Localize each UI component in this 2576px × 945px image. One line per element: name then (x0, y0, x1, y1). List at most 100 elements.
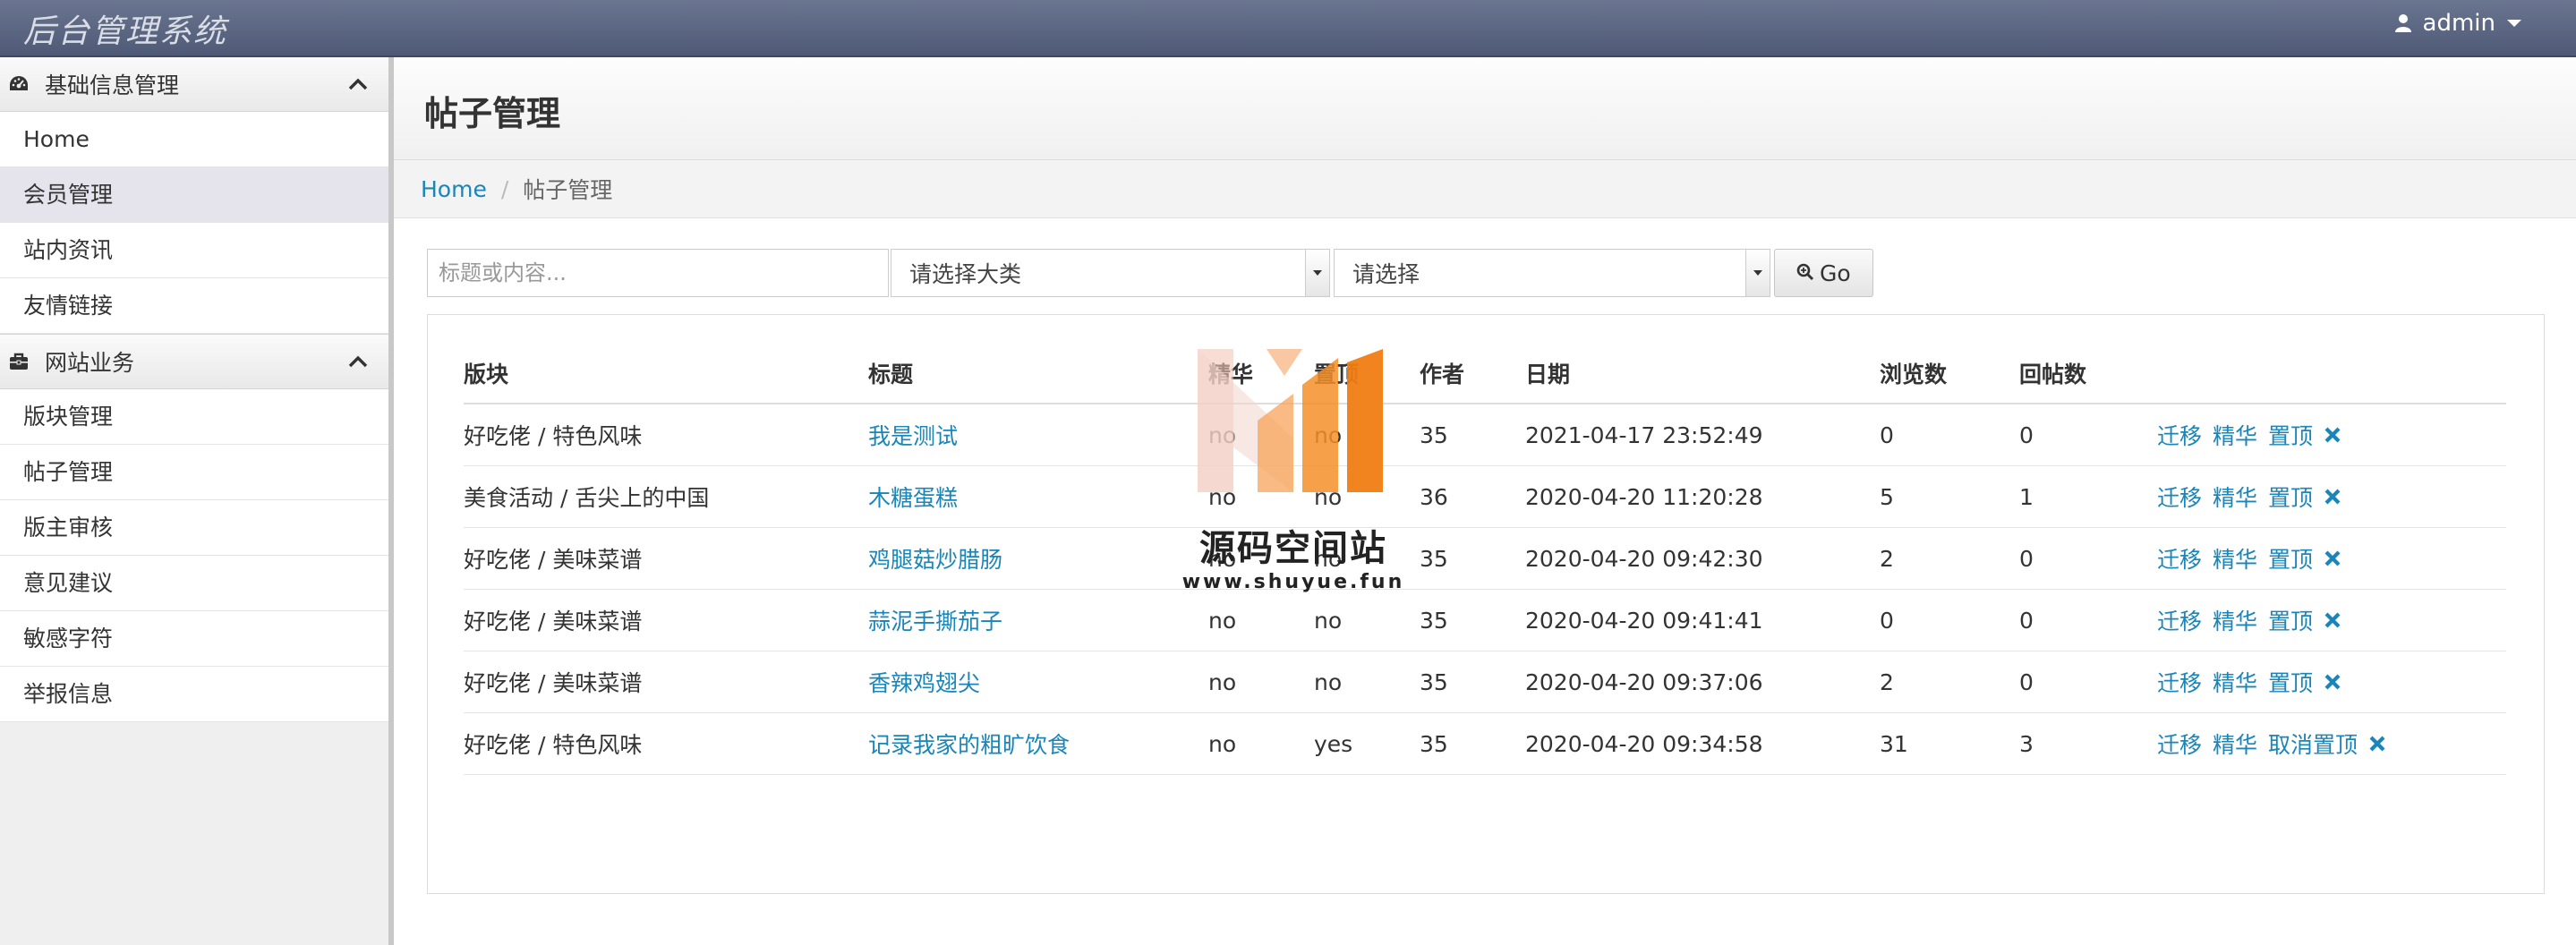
table-row: 好吃佬 / 特色风味 我是测试 no no 35 2021-04-17 23:5… (464, 404, 2506, 466)
move-link[interactable]: 迁移 (2157, 419, 2202, 451)
cell-date: 2021-04-17 23:52:49 (1525, 404, 1880, 466)
feature-link[interactable]: 精华 (2213, 666, 2257, 698)
column-header-replies[interactable]: 回帖数 (2019, 344, 2157, 404)
post-title-link[interactable]: 香辣鸡翅尖 (868, 670, 980, 696)
sidebar-item-sections[interactable]: 版块管理 (0, 389, 388, 445)
cell-featured: no (1208, 527, 1314, 590)
page-title: 帖子管理 (424, 94, 561, 133)
breadcrumb: Home / 帖子管理 (394, 160, 2576, 218)
sidebar-group-label: 网站业务 (45, 350, 135, 376)
subcategory-select[interactable]: 请选择 (1334, 249, 1770, 297)
cell-pinned: no (1314, 527, 1420, 590)
cell-featured: no (1208, 404, 1314, 466)
cell-author: 35 (1420, 404, 1525, 466)
cell-replies: 0 (2019, 404, 2157, 466)
sidebar-item-links[interactable]: 友情链接 (0, 278, 388, 334)
table-row: 美食活动 / 舌尖上的中国 木糖蛋糕 no no 36 2020-04-20 1… (464, 465, 2506, 528)
cell-date: 2020-04-20 09:41:41 (1525, 589, 1880, 651)
sidebar-item-home[interactable]: Home (0, 112, 388, 167)
user-name: admin (2422, 10, 2495, 37)
delete-icon[interactable] (2324, 426, 2341, 444)
chevron-up-icon[interactable] (345, 72, 371, 97)
feature-link[interactable]: 精华 (2213, 481, 2257, 513)
cell-replies: 0 (2019, 651, 2157, 713)
pin-link[interactable]: 置顶 (2268, 542, 2313, 575)
cell-author: 36 (1420, 465, 1525, 528)
table-row: 好吃佬 / 特色风味 记录我家的粗旷饮食 no yes 35 2020-04-2… (464, 712, 2506, 775)
move-link[interactable]: 迁移 (2157, 666, 2202, 698)
column-header-views[interactable]: 浏览数 (1880, 344, 2019, 404)
search-input[interactable] (427, 249, 889, 297)
cell-section: 美食活动 / 舌尖上的中国 (464, 465, 868, 528)
column-header-featured[interactable]: 精华 (1208, 344, 1314, 404)
dropdown-arrow-icon[interactable] (1305, 250, 1329, 296)
sidebar-menu-basic-info: Home 会员管理 站内资讯 友情链接 (0, 112, 388, 334)
sidebar-item-sensitive-words[interactable]: 敏感字符 (0, 611, 388, 667)
cell-featured: no (1208, 589, 1314, 651)
sidebar-menu-site-business: 版块管理 帖子管理 版主审核 意见建议 敏感字符 举报信息 (0, 389, 388, 722)
sidebar-group-site-business[interactable]: 网站业务 (0, 334, 388, 389)
briefcase-icon (5, 348, 32, 375)
post-title-link[interactable]: 记录我家的粗旷饮食 (868, 732, 1070, 758)
table-row: 好吃佬 / 美味菜谱 蒜泥手撕茄子 no no 35 2020-04-20 09… (464, 589, 2506, 651)
top-navbar: 后台管理系统 admin (0, 0, 2576, 57)
cell-date: 2020-04-20 09:37:06 (1525, 651, 1880, 713)
feature-link[interactable]: 精华 (2213, 419, 2257, 451)
move-link[interactable]: 迁移 (2157, 728, 2202, 760)
column-header-title[interactable]: 标题 (868, 344, 1208, 404)
sidebar-item-moderator-review[interactable]: 版主审核 (0, 500, 388, 556)
pin-link[interactable]: 置顶 (2268, 604, 2313, 636)
cell-featured: no (1208, 712, 1314, 775)
delete-icon[interactable] (2324, 549, 2341, 567)
sidebar-item-feedback[interactable]: 意见建议 (0, 556, 388, 611)
sidebar-item-news[interactable]: 站内资讯 (0, 223, 388, 278)
cell-section: 好吃佬 / 美味菜谱 (464, 651, 868, 713)
cell-section: 好吃佬 / 美味菜谱 (464, 527, 868, 590)
column-header-author[interactable]: 作者 (1420, 344, 1525, 404)
move-link[interactable]: 迁移 (2157, 604, 2202, 636)
feature-link[interactable]: 精华 (2213, 604, 2257, 636)
user-menu[interactable]: admin (2394, 10, 2522, 37)
feature-link[interactable]: 精华 (2213, 542, 2257, 575)
post-title-link[interactable]: 鸡腿菇炒腊肠 (868, 547, 1002, 573)
row-actions: 迁移 精华 置顶 (2157, 604, 2506, 636)
column-header-date[interactable]: 日期 (1525, 344, 1880, 404)
cell-featured: no (1208, 651, 1314, 713)
zoom-in-icon (1796, 260, 1814, 286)
delete-icon[interactable] (2324, 611, 2341, 629)
pin-link[interactable]: 置顶 (2268, 666, 2313, 698)
cell-views: 2 (1880, 651, 2019, 713)
go-button[interactable]: Go (1774, 249, 1873, 297)
cell-date: 2020-04-20 09:42:30 (1525, 527, 1880, 590)
chevron-up-icon[interactable] (345, 349, 371, 374)
post-title-link[interactable]: 我是测试 (868, 423, 958, 449)
brand-title[interactable]: 后台管理系统 (23, 5, 227, 52)
row-actions: 迁移 精华 置顶 (2157, 542, 2506, 575)
move-link[interactable]: 迁移 (2157, 542, 2202, 575)
unpin-link[interactable]: 取消置顶 (2268, 728, 2358, 760)
pin-link[interactable]: 置顶 (2268, 419, 2313, 451)
sidebar-item-reports[interactable]: 举报信息 (0, 667, 388, 722)
pin-link[interactable]: 置顶 (2268, 481, 2313, 513)
cell-views: 5 (1880, 465, 2019, 528)
feature-link[interactable]: 精华 (2213, 728, 2257, 760)
post-title-link[interactable]: 蒜泥手撕茄子 (868, 609, 1002, 634)
delete-icon[interactable] (2324, 488, 2341, 506)
post-title-link[interactable]: 木糖蛋糕 (868, 485, 958, 511)
delete-icon[interactable] (2368, 735, 2386, 753)
delete-icon[interactable] (2324, 673, 2341, 691)
row-actions: 迁移 精华 置顶 (2157, 419, 2506, 451)
posts-table: 版块 标题 精华 置顶 作者 日期 浏览数 回帖数 好吃佬 / 特色风味 我是测… (464, 344, 2506, 775)
column-header-pinned[interactable]: 置顶 (1314, 344, 1420, 404)
column-header-section[interactable]: 版块 (464, 344, 868, 404)
cell-pinned: no (1314, 651, 1420, 713)
move-link[interactable]: 迁移 (2157, 481, 2202, 513)
sidebar-item-posts[interactable]: 帖子管理 (0, 445, 388, 500)
sidebar-group-basic-info[interactable]: 基础信息管理 (0, 57, 388, 112)
sidebar-item-members[interactable]: 会员管理 (0, 167, 388, 223)
breadcrumb-home-link[interactable]: Home (421, 176, 487, 202)
sidebar-group-label: 基础信息管理 (45, 72, 180, 98)
cell-views: 31 (1880, 712, 2019, 775)
category-select[interactable]: 请选择大类 (891, 249, 1330, 297)
dropdown-arrow-icon[interactable] (1745, 250, 1770, 296)
